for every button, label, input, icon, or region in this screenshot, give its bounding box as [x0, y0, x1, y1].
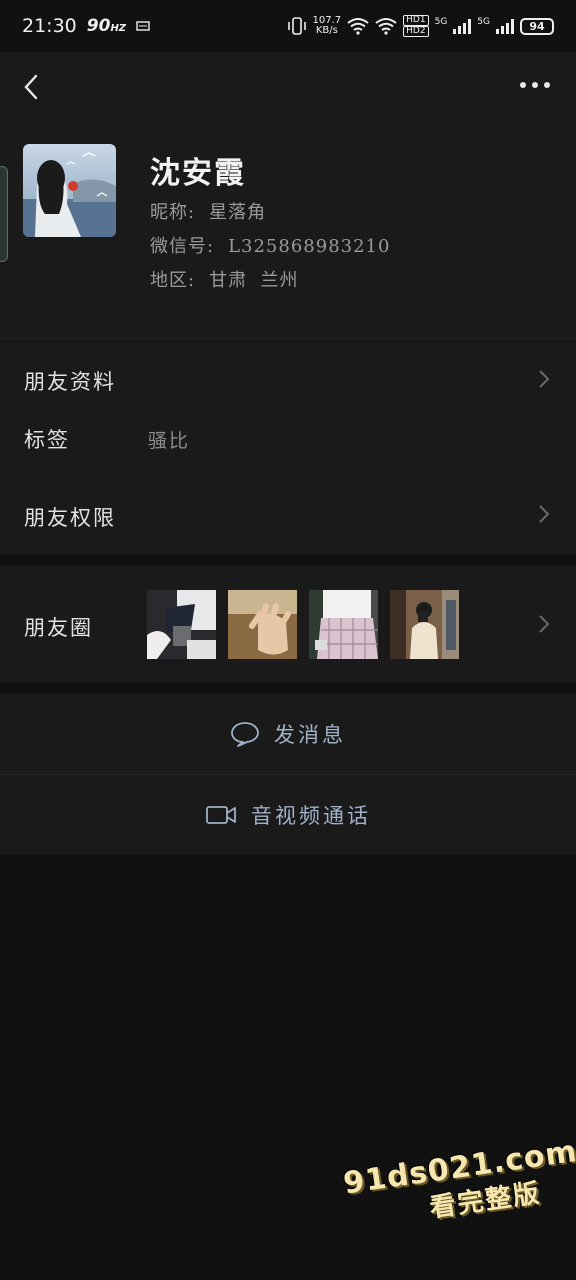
nickname-label: 昵称: — [150, 202, 196, 223]
contact-name: 沈安霞 — [150, 156, 246, 191]
sim1-network-type: 5G — [434, 17, 448, 27]
sim2-network-type: 5G — [477, 17, 490, 27]
wechat-id-label: 微信号: — [150, 236, 215, 257]
hd-indicator: HD1 HD2 — [403, 15, 429, 37]
battery-indicator: 94 — [520, 17, 554, 35]
chevron-right-icon — [539, 615, 550, 633]
video-call-button[interactable]: 音视频通话 — [0, 775, 576, 855]
tags-row: 标签 骚比 — [0, 420, 576, 470]
edge-panel-handle[interactable] — [0, 166, 8, 262]
wifi-icon — [375, 18, 397, 35]
signal-icon — [453, 18, 472, 34]
video-call-label: 音视频通话 — [251, 804, 371, 828]
info-section: 朋友资料 标签 骚比 朋友权限 — [0, 338, 576, 554]
nav-bar — [0, 52, 576, 120]
friend-info-row[interactable]: 朋友资料 — [0, 338, 576, 420]
nickname-line: 昵称: 星落角 — [150, 198, 266, 224]
moments-thumbnail — [147, 590, 216, 659]
region-value: 甘肃 兰州 — [209, 270, 299, 291]
sim-card-icon — [136, 21, 150, 31]
signal-icon — [496, 18, 514, 34]
chevron-right-icon — [539, 370, 550, 388]
wifi-icon — [347, 18, 369, 35]
video-camera-icon — [206, 806, 236, 824]
network-speed: 107.7 KB/s — [312, 15, 342, 36]
status-bar: 21:30 90HZ 107.7 KB/s HD1 HD2 5G 5G 94 — [0, 0, 576, 52]
region-line: 地区: 甘肃 兰州 — [150, 266, 299, 292]
tags-value: 骚比 — [148, 430, 191, 452]
friend-permissions-label: 朋友权限 — [24, 506, 116, 530]
more-icon[interactable] — [520, 82, 550, 88]
moments-row[interactable]: 朋友圈 — [0, 566, 576, 682]
vibrate-icon — [287, 17, 306, 35]
status-time: 21:30 — [22, 15, 77, 37]
wechat-id-line: 微信号: L325868983210 — [150, 232, 390, 258]
wechat-id-value[interactable]: L325868983210 — [228, 236, 390, 257]
moments-thumbnail — [390, 590, 459, 659]
friend-info-label: 朋友资料 — [24, 370, 116, 394]
moments-thumbnail — [228, 590, 297, 659]
region-label: 地区: — [150, 270, 196, 291]
nickname-value: 星落角 — [209, 202, 267, 223]
chevron-right-icon — [539, 505, 550, 523]
moments-label: 朋友圈 — [24, 616, 93, 640]
watermark: 91ds021.com 看完整版 — [341, 1134, 576, 1236]
moments-thumbnail — [309, 590, 378, 659]
moments-thumbnails — [147, 590, 459, 659]
tags-label: 标签 — [24, 428, 70, 452]
back-icon[interactable] — [22, 74, 42, 100]
refresh-rate: 90HZ — [86, 16, 127, 36]
send-message-button[interactable]: 发消息 — [0, 694, 576, 774]
friend-permissions-row[interactable]: 朋友权限 — [0, 478, 576, 554]
profile-header: 沈安霞 昵称: 星落角 微信号: L325868983210 地区: 甘肃 兰州 — [0, 120, 576, 338]
chat-bubble-icon — [231, 722, 259, 747]
send-message-label: 发消息 — [274, 723, 346, 747]
avatar[interactable] — [23, 144, 116, 237]
